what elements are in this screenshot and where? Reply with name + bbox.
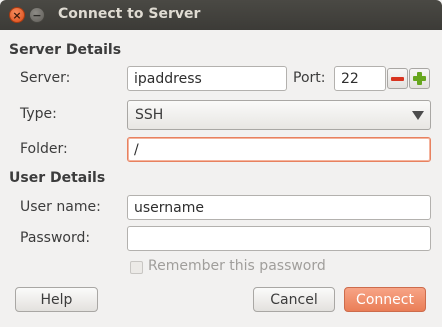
folder-label: Folder: bbox=[20, 141, 68, 157]
type-selected-value: SSH bbox=[135, 107, 164, 123]
remember-password-label: Remember this password bbox=[148, 258, 326, 274]
port-increment-button[interactable] bbox=[409, 68, 430, 89]
help-button[interactable]: Help bbox=[15, 287, 98, 312]
user-details-heading: User Details bbox=[9, 170, 106, 186]
password-label: Password: bbox=[20, 230, 91, 246]
server-input[interactable] bbox=[127, 66, 287, 91]
folder-input[interactable] bbox=[127, 137, 431, 162]
connect-button[interactable]: Connect bbox=[344, 287, 426, 312]
chevron-down-icon bbox=[412, 111, 424, 120]
cancel-button[interactable]: Cancel bbox=[253, 287, 335, 312]
title-bar: × − Connect to Server bbox=[0, 0, 442, 30]
type-label: Type: bbox=[20, 106, 57, 122]
server-label: Server: bbox=[20, 70, 71, 86]
password-input[interactable] bbox=[127, 226, 431, 251]
close-window-icon[interactable]: × bbox=[9, 7, 25, 23]
port-decrement-button[interactable] bbox=[387, 68, 408, 89]
remember-password-checkbox[interactable] bbox=[130, 261, 143, 274]
server-details-heading: Server Details bbox=[9, 42, 122, 58]
username-input[interactable] bbox=[127, 195, 431, 220]
plus-icon bbox=[413, 72, 426, 85]
username-label: User name: bbox=[20, 199, 101, 215]
minimize-window-icon[interactable]: − bbox=[29, 7, 45, 23]
window-title: Connect to Server bbox=[58, 6, 201, 22]
port-label: Port: bbox=[293, 70, 326, 86]
port-input[interactable] bbox=[334, 66, 386, 91]
minus-icon bbox=[391, 76, 404, 81]
type-combobox[interactable]: SSH bbox=[127, 100, 431, 130]
